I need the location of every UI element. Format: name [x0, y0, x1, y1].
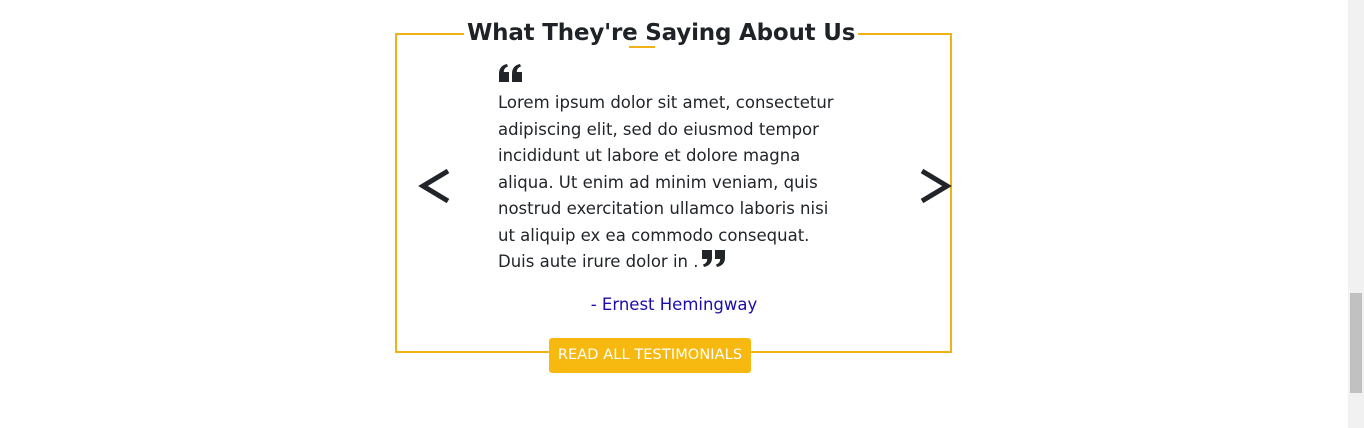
section-title: What They're Saying About Us [464, 16, 859, 52]
testimonial-quote: Lorem ipsum dolor sit amet, consectetur … [498, 90, 850, 276]
title-accent-underline [629, 46, 655, 48]
testimonials-section: What They're Saying About Us Lorem ipsum… [0, 0, 1364, 428]
testimonial-text: Lorem ipsum dolor sit amet, consectetur … [498, 93, 834, 271]
author-link[interactable]: - Ernest Hemingway [591, 295, 758, 314]
quote-open-icon [499, 64, 522, 82]
page-scrollbar[interactable] [1348, 0, 1364, 428]
carousel-next-button[interactable] [914, 162, 954, 210]
carousel-prev-button[interactable] [416, 162, 456, 210]
chevron-right-icon [920, 168, 952, 204]
read-all-testimonials-button[interactable]: READ ALL TESTIMONIALS [549, 338, 751, 373]
scrollbar-thumb[interactable] [1350, 293, 1362, 393]
chevron-left-icon [418, 168, 450, 204]
testimonial-author: - Ernest Hemingway [548, 292, 800, 318]
quote-close-icon [702, 250, 726, 267]
